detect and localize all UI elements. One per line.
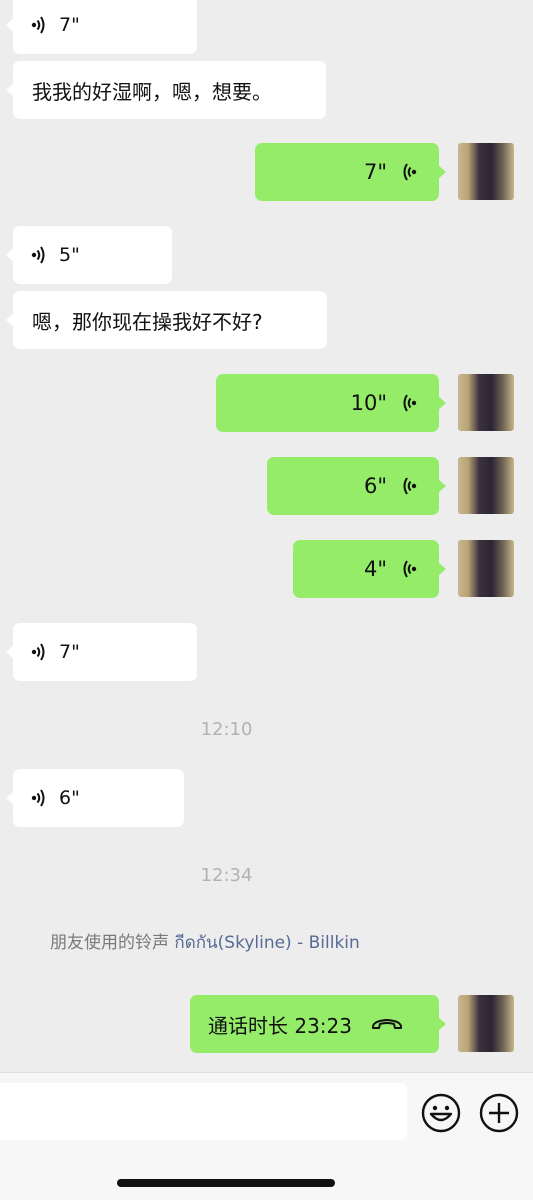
- voice-duration: 5": [59, 244, 80, 266]
- voice-duration: 7": [59, 641, 80, 663]
- voice-wave-icon: [403, 394, 417, 412]
- voice-duration: 4": [363, 557, 387, 581]
- voice-duration: 10": [350, 391, 387, 415]
- incoming-voice-message[interactable]: 7": [6, 0, 197, 54]
- voice-duration: 6": [59, 787, 80, 809]
- ringtone-prefix: 朋友使用的铃声: [50, 933, 175, 953]
- outgoing-voice-message[interactable]: 4": [293, 540, 446, 598]
- voice-wave-icon: [403, 560, 417, 578]
- message-timestamp: 12:10: [200, 719, 253, 740]
- voice-duration: 7": [363, 160, 387, 184]
- chat-area[interactable]: 7" 我我的好湿啊，嗯，想要。 7" 5" 嗯，那你现在操我好不好? 10" 6…: [0, 0, 533, 1072]
- outgoing-voice-message[interactable]: 6": [267, 457, 446, 515]
- ringtone-notice: 朋友使用的铃声 กีดกัน(Skyline) - Billkin: [50, 928, 360, 956]
- voice-wave-icon: [31, 789, 45, 807]
- emoji-icon[interactable]: [420, 1092, 462, 1134]
- home-indicator[interactable]: [117, 1179, 335, 1187]
- avatar[interactable]: [458, 457, 514, 514]
- avatar[interactable]: [458, 995, 514, 1052]
- avatar[interactable]: [458, 540, 514, 597]
- voice-duration: 7": [59, 14, 80, 36]
- voice-wave-icon: [403, 163, 417, 181]
- ringtone-song-link[interactable]: กีดกัน(Skyline) - Billkin: [174, 933, 359, 953]
- phone-hangup-icon: [371, 1019, 403, 1029]
- message-text: 我我的好湿啊，嗯，想要。: [32, 79, 272, 104]
- input-bar: [0, 1072, 533, 1200]
- message-input[interactable]: [0, 1083, 407, 1140]
- voice-wave-icon: [31, 246, 45, 264]
- outgoing-voice-message[interactable]: 10": [216, 374, 446, 432]
- call-duration-text: 通话时长 23:23: [208, 1013, 352, 1038]
- outgoing-voice-message[interactable]: 7": [255, 143, 446, 201]
- message-timestamp: 12:34: [200, 865, 253, 886]
- avatar[interactable]: [458, 143, 514, 200]
- incoming-voice-message[interactable]: 6": [6, 769, 184, 827]
- voice-wave-icon: [31, 16, 45, 34]
- voice-wave-icon: [31, 643, 45, 661]
- voice-duration: 6": [363, 474, 387, 498]
- voice-wave-icon: [403, 477, 417, 495]
- call-duration-message[interactable]: 通话时长 23:23: [190, 995, 446, 1053]
- incoming-text-message[interactable]: 嗯，那你现在操我好不好?: [6, 291, 327, 349]
- avatar[interactable]: [458, 374, 514, 431]
- incoming-voice-message[interactable]: 7": [6, 623, 197, 681]
- incoming-voice-message[interactable]: 5": [6, 226, 172, 284]
- incoming-text-message[interactable]: 我我的好湿啊，嗯，想要。: [6, 61, 326, 119]
- plus-icon[interactable]: [478, 1092, 520, 1134]
- message-text: 嗯，那你现在操我好不好?: [32, 309, 263, 334]
